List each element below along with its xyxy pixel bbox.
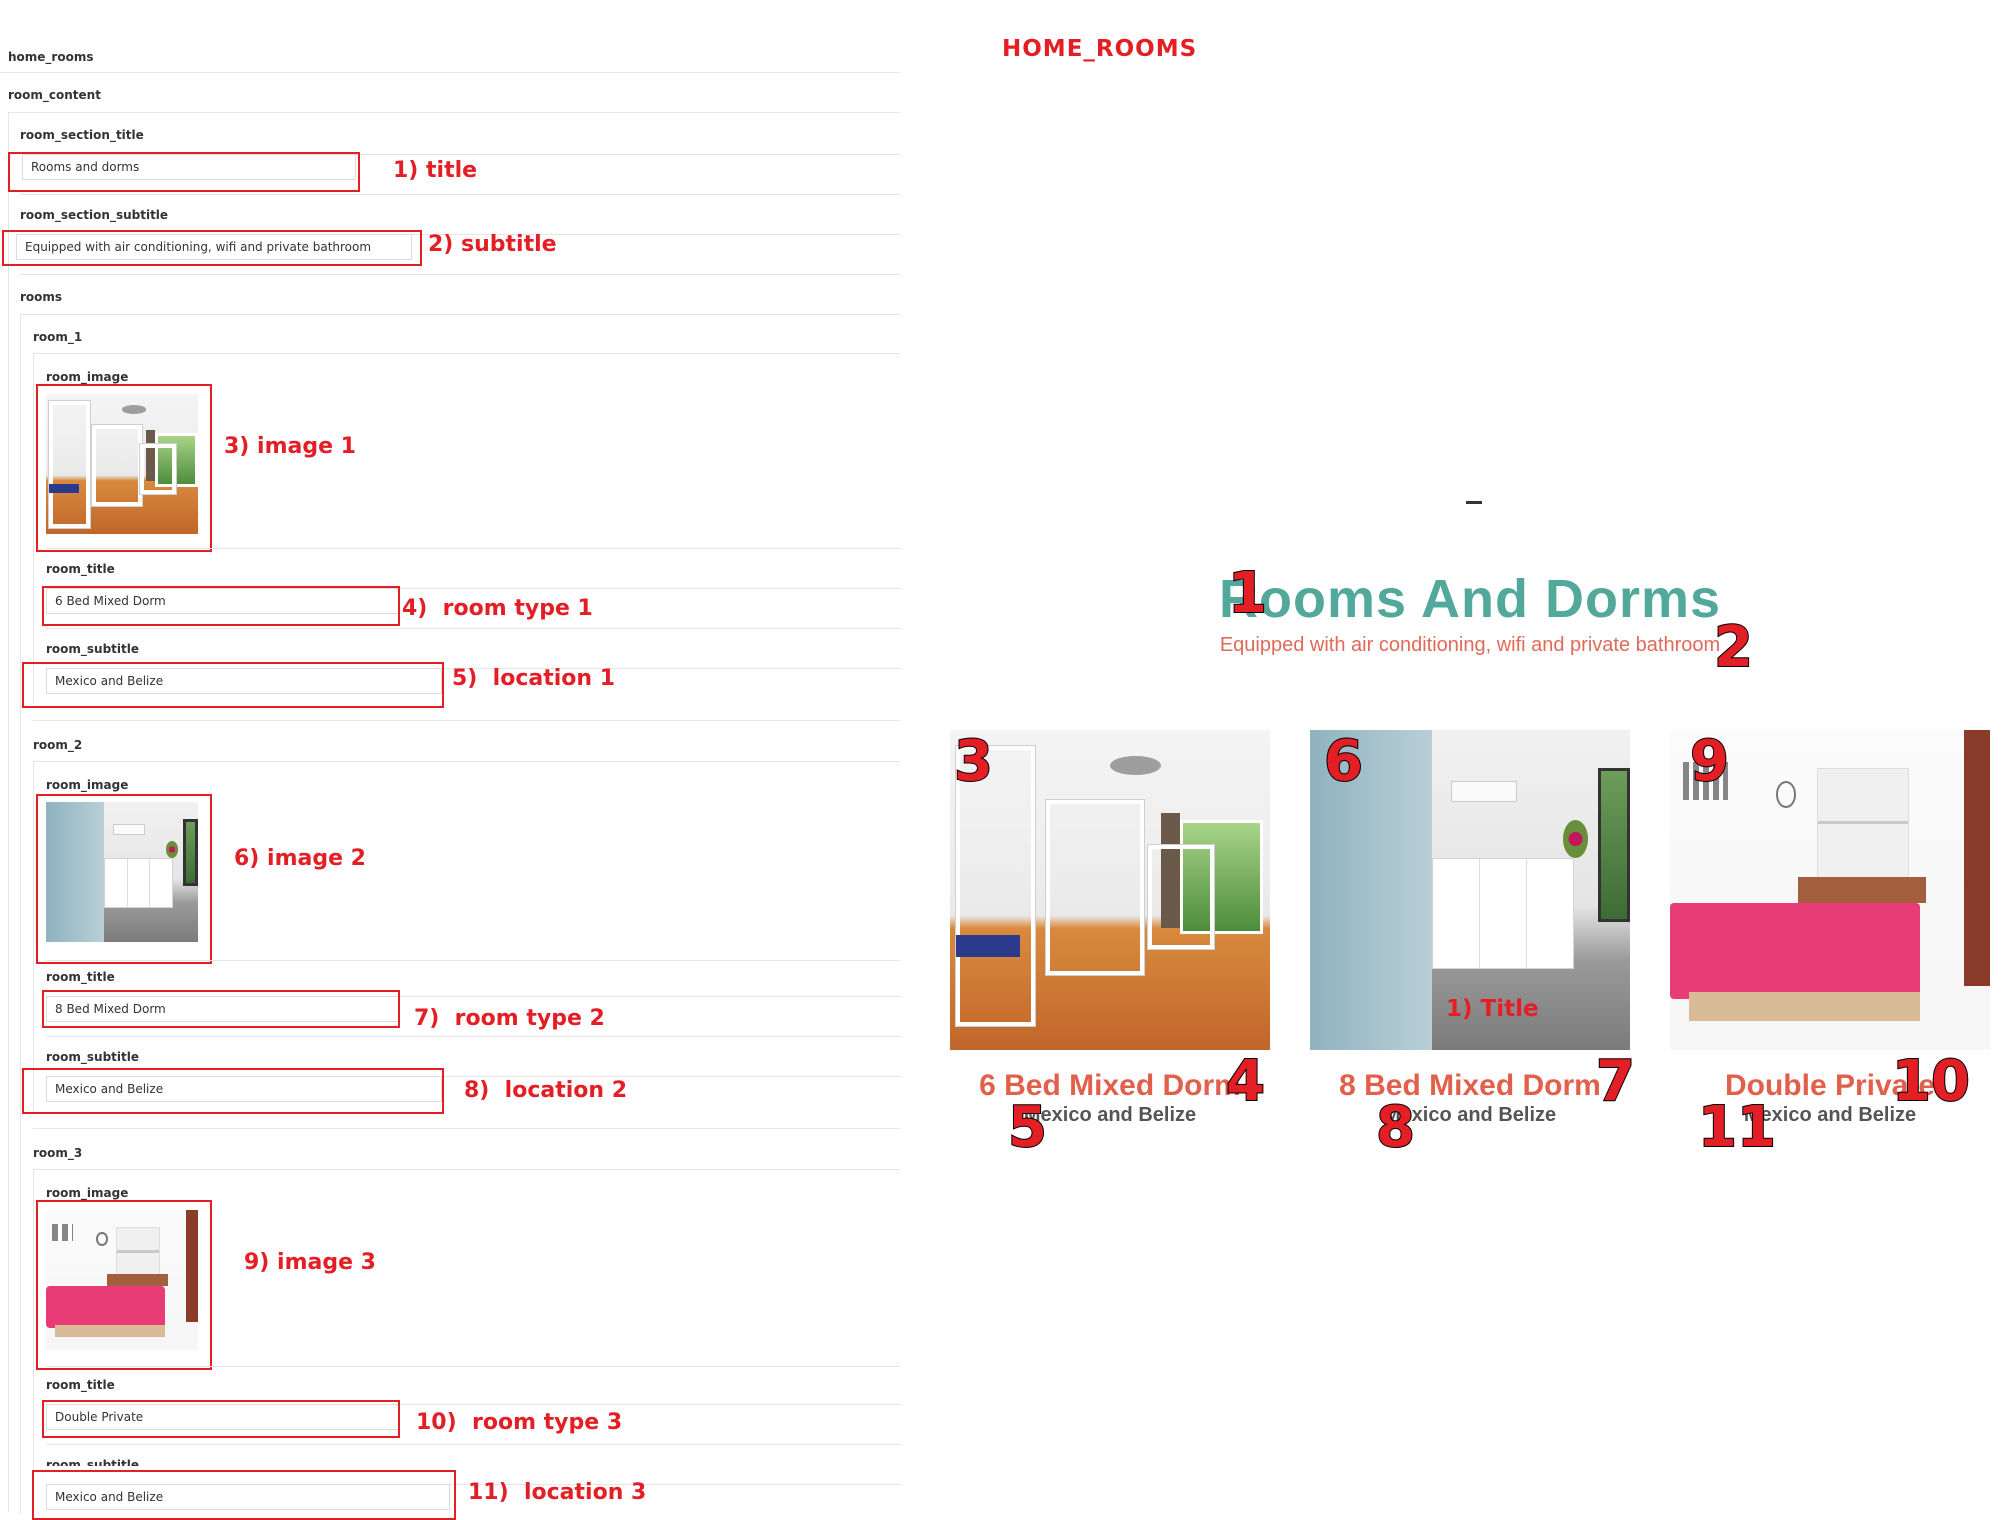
highlight-box [32,1470,456,1520]
room-1-photo [950,730,1270,1050]
divider [46,1036,900,1037]
field-label-room-image: room_image [46,778,129,792]
annotation-label: 6) image 2 [234,846,366,871]
divider [33,1128,900,1129]
field-label-room-subtitle: room_subtitle [46,1458,140,1466]
annotation-label: 5) location 1 [452,666,616,691]
field-label-section-title: room_section_title [20,128,144,142]
divider [20,314,21,1514]
annotation-label: 2) subtitle [428,232,557,257]
annotation-label: 11) location 3 [468,1480,647,1505]
divider [20,194,900,195]
field-underline [400,996,900,997]
divider [33,353,34,703]
highlight-box [42,1400,400,1438]
annotation-label: 7) room type 2 [414,1006,605,1031]
highlight-box [36,384,212,552]
field-label-room-subtitle: room_subtitle [46,642,140,656]
marker-5: 5 [1007,1095,1048,1160]
room-card-2-title[interactable]: 8 Bed Mixed Dorm [1300,1069,1640,1103]
section-subtitle: Equipped with air conditioning, wifi and… [1219,634,1721,656]
divider [33,761,900,762]
marker-7: 7 [1595,1049,1636,1114]
marker-4: 4 [1225,1049,1266,1114]
divider [20,314,900,315]
annotation-label: 3) image 1 [224,434,356,459]
field-label-room-subtitle: room_subtitle [46,1050,140,1064]
field-underline [440,1076,900,1077]
marker-3: 3 [953,729,994,794]
field-label-room-2: room_2 [33,738,83,752]
marker-2: 2 [1713,615,1754,680]
divider [8,112,900,113]
highlight-box [2,230,422,266]
highlight-box [22,662,444,708]
marker-8: 8 [1375,1095,1416,1160]
decorative-dash [1466,501,1482,504]
divider [46,628,900,629]
marker-11: 11 [1697,1095,1777,1160]
divider [46,548,900,549]
divider [33,761,34,1111]
divider [33,720,900,721]
marker-9: 9 [1689,729,1730,794]
annotation-label: 1) title [393,158,478,183]
group-label-home-rooms: home_rooms [8,50,94,64]
divider [33,1169,900,1170]
divider [8,112,9,1512]
room-card-2-subtitle: Mexico and Belize [1383,1104,1557,1126]
highlight-box [36,794,212,964]
field-label-section-subtitle: room_section_subtitle [20,208,169,222]
field-underline [400,1404,900,1405]
marker-1: 1 [1227,561,1268,626]
divider [0,72,900,73]
highlight-box [22,1068,444,1114]
section-title: Rooms And Dorms [1218,569,1722,629]
field-underline [400,588,900,589]
divider [33,353,900,354]
annotation-label: 8) location 2 [464,1078,628,1103]
highlight-box [36,1200,212,1370]
group-label-room-content: room_content [8,88,101,102]
divider [46,1366,900,1367]
overlay-annotation-label: 1) Title [1446,996,1539,1022]
highlight-box [42,990,400,1028]
annotation-label: 9) image 3 [244,1250,376,1275]
divider [20,274,900,275]
room-card-1-image[interactable] [950,730,1270,1050]
field-label-rooms: rooms [20,290,63,304]
field-underline [356,154,900,155]
field-label-room-image: room_image [46,1186,129,1200]
highlight-box [8,152,360,192]
field-label-room-3: room_3 [33,1146,83,1160]
field-label-room-title: room_title [46,562,115,576]
field-label-room-image: room_image [46,370,129,384]
marker-6: 6 [1323,729,1364,794]
field-label-room-title: room_title [46,970,115,984]
divider [33,1169,34,1509]
field-label-room-1: room_1 [33,330,83,344]
annotation-label: 10) room type 3 [416,1410,623,1435]
annotation-label: 4) room type 1 [402,596,593,621]
highlight-box [42,586,400,626]
divider [46,960,900,961]
field-label-room-title: room_title [46,1378,115,1392]
divider [46,1444,900,1445]
preview-heading: HOME_ROOMS [1002,36,1198,62]
marker-10: 10 [1891,1049,1971,1114]
